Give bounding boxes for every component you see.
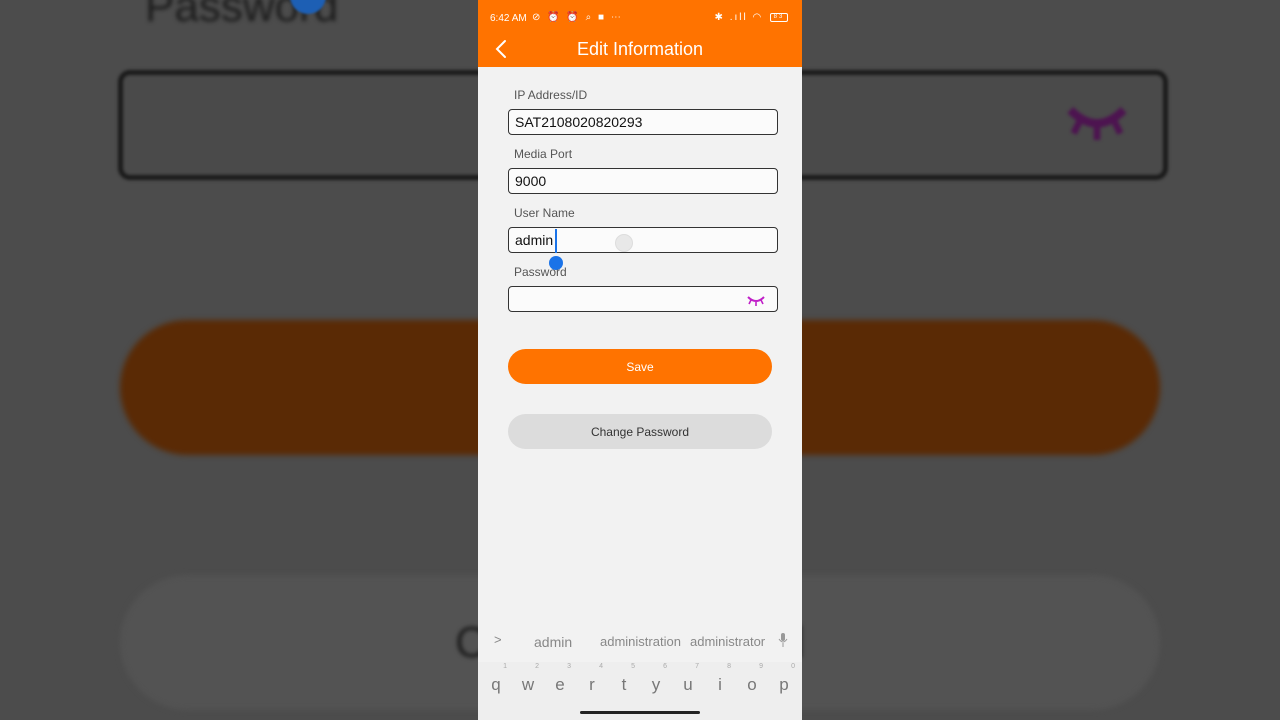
key-letter: e: [555, 675, 565, 694]
key-letter: t: [621, 675, 627, 694]
media-port-field[interactable]: 9000: [508, 168, 778, 194]
password-field[interactable]: [508, 286, 778, 312]
suggestion-item[interactable]: administrator: [690, 634, 765, 649]
text-cursor: [555, 229, 557, 253]
user-name-label: User Name: [514, 206, 575, 220]
status-time: 6:42 AM: [490, 13, 527, 24]
battery-icon: 83: [770, 12, 788, 22]
key-o[interactable]: o9: [738, 663, 766, 704]
key-letter: w: [521, 675, 535, 694]
key-number-hint: 8: [727, 663, 731, 670]
system-icons: ✱ .ıll ◠ 83: [715, 12, 788, 23]
key-number-hint: 0: [791, 663, 795, 670]
key-number-hint: 5: [631, 663, 635, 670]
key-number-hint: 6: [663, 663, 667, 670]
key-y[interactable]: y6: [642, 663, 670, 704]
suggestion-item[interactable]: administration: [600, 634, 681, 649]
key-w[interactable]: w2: [514, 663, 542, 704]
suggestion-item[interactable]: admin: [534, 634, 572, 650]
key-q[interactable]: q1: [482, 663, 510, 704]
change-password-button[interactable]: Change Password: [508, 414, 772, 449]
expand-chevron-icon[interactable]: >: [494, 632, 502, 647]
media-port-label: Media Port: [514, 147, 573, 161]
eye-closed-icon[interactable]: [746, 294, 766, 306]
key-letter: y: [651, 675, 661, 694]
ip-address-label: IP Address/ID: [514, 88, 588, 102]
save-button[interactable]: Save: [508, 349, 772, 384]
key-number-hint: 7: [695, 663, 699, 670]
key-number-hint: 1: [503, 663, 507, 670]
key-p[interactable]: p0: [770, 663, 798, 704]
drag-indicator: [615, 234, 633, 252]
status-bar: 6:42 AM ⊘ ⏰ ⏰ ⌕ ■ ⋯ ✱ .ıll ◠ 83: [478, 0, 802, 36]
notification-icons: ⊘ ⏰ ⏰ ⌕ ■ ⋯: [532, 12, 623, 23]
key-letter: i: [718, 675, 722, 694]
microphone-icon[interactable]: [778, 632, 788, 648]
key-letter: u: [683, 675, 693, 694]
app-bar: Edit Information: [478, 32, 802, 67]
bg-eye-icon: [1062, 100, 1132, 150]
home-indicator[interactable]: [580, 711, 700, 714]
password-label: Password: [514, 265, 567, 279]
key-letter: p: [779, 675, 789, 694]
key-number-hint: 3: [567, 663, 571, 670]
key-number-hint: 2: [535, 663, 539, 670]
key-u[interactable]: u7: [674, 663, 702, 704]
keyboard-suggestion-bar: > admin administration administrator: [478, 626, 802, 656]
ip-address-field[interactable]: SAT2108020820293: [508, 109, 778, 135]
user-name-field[interactable]: admin: [508, 227, 778, 253]
phone-screen: 6:42 AM ⊘ ⏰ ⏰ ⌕ ■ ⋯ ✱ .ıll ◠ 83 Edit Inf…: [478, 0, 802, 720]
page-title: Edit Information: [576, 39, 704, 59]
key-r[interactable]: r4: [578, 663, 606, 704]
key-number-hint: 9: [759, 663, 763, 670]
key-letter: o: [747, 675, 757, 694]
key-number-hint: 4: [599, 663, 603, 670]
key-e[interactable]: e3: [546, 663, 574, 704]
key-letter: q: [491, 675, 501, 694]
key-letter: r: [589, 675, 595, 694]
key-i[interactable]: i8: [706, 663, 734, 704]
key-t[interactable]: t5: [610, 663, 638, 704]
signal-wifi-icons: ✱ .ıll ◠: [714, 12, 764, 23]
